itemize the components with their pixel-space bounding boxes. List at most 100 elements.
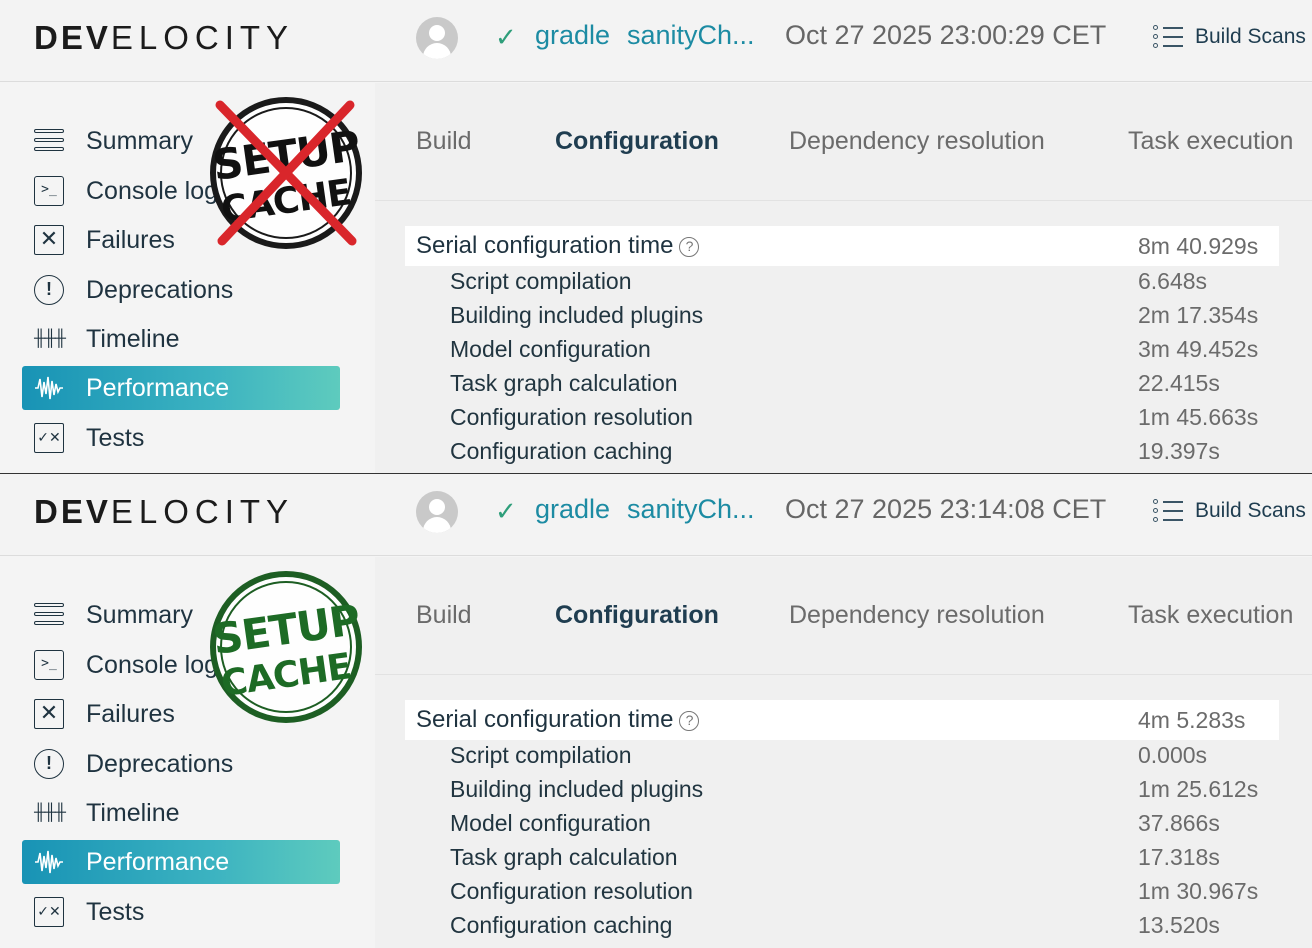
tab-build[interactable]: Build bbox=[416, 601, 472, 630]
tab-dependency-resolution[interactable]: Dependency resolution bbox=[789, 127, 1045, 156]
sidebar-item-label: Failures bbox=[86, 700, 175, 728]
sidebar-item-deprecations[interactable]: ! Deprecations bbox=[22, 268, 340, 312]
sidebar-item-performance[interactable]: Performance bbox=[22, 840, 340, 884]
setup-cache-stamp: SETUP CACHE bbox=[210, 97, 362, 249]
header-bar: DEV ELOCITY ✓ gradle sanityCh... Oct 27 2… bbox=[0, 474, 1312, 556]
build-date: Oct 27 2025 23:00:29 CET bbox=[785, 20, 1107, 50]
sidebar-item-deprecations[interactable]: ! Deprecations bbox=[22, 742, 340, 786]
sidebar-item-label: Timeline bbox=[86, 325, 180, 353]
metric-value: 6.648s bbox=[1138, 268, 1208, 294]
user-avatar[interactable] bbox=[416, 491, 458, 533]
metric-value: 13.520s bbox=[1138, 912, 1220, 938]
metric-value: 1m 45.663s bbox=[1138, 404, 1259, 430]
sidebar-item-label: Timeline bbox=[86, 799, 180, 827]
sidebar-item-timeline[interactable]: ╫╫╫ Timeline bbox=[22, 791, 340, 835]
metric-label: Script compilation bbox=[450, 742, 632, 768]
check-icon: ✓ bbox=[495, 496, 517, 526]
tab-build[interactable]: Build bbox=[416, 127, 472, 156]
task-link[interactable]: sanityCh... bbox=[627, 494, 755, 525]
sidebar-item-label: Tests bbox=[86, 424, 145, 452]
metric-label: Script compilation bbox=[450, 268, 632, 294]
tests-icon: ✓✕ bbox=[34, 897, 64, 927]
metric-value: 1m 30.967s bbox=[1138, 878, 1259, 904]
console-icon: >_ bbox=[34, 650, 64, 680]
summary-icon bbox=[34, 126, 64, 156]
project-link[interactable]: gradle bbox=[535, 494, 610, 525]
build-scans-label: Build Scans bbox=[1195, 25, 1306, 48]
console-icon: >_ bbox=[34, 176, 64, 206]
metric-label: Configuration caching bbox=[450, 912, 673, 938]
tests-icon: ✓✕ bbox=[34, 423, 64, 453]
sidebar-item-label: Deprecations bbox=[86, 276, 234, 304]
metric-value: 2m 17.354s bbox=[1138, 302, 1259, 328]
metric-label: Model configuration bbox=[450, 810, 651, 836]
help-icon[interactable]: ? bbox=[679, 237, 700, 257]
metric-value: 19.397s bbox=[1138, 438, 1220, 464]
tab-dependency-resolution[interactable]: Dependency resolution bbox=[789, 601, 1045, 630]
metric-value: 4m 5.283s bbox=[1138, 707, 1246, 733]
sidebar-item-timeline[interactable]: ╫╫╫ Timeline bbox=[22, 317, 340, 361]
tab-configuration[interactable]: Configuration bbox=[555, 127, 719, 156]
setup-cache-stamp: SETUP CACHE bbox=[210, 571, 362, 723]
build-scan-panel-before: DEV ELOCITY ✓ gradle sanityCh... Oct 27 2… bbox=[0, 0, 1312, 474]
build-scans-label: Build Scans bbox=[1195, 499, 1306, 522]
metric-value: 22.415s bbox=[1138, 370, 1220, 396]
sidebar-item-label: Performance bbox=[86, 374, 230, 402]
deprecations-icon: ! bbox=[34, 749, 64, 779]
sidebar-item-label: Console log bbox=[86, 651, 219, 679]
performance-content: Build Configuration Dependency resolutio… bbox=[375, 83, 1312, 473]
performance-icon bbox=[34, 847, 64, 877]
performance-icon bbox=[34, 373, 64, 403]
build-scans-button[interactable]: Build Scans bbox=[1153, 24, 1306, 50]
metric-value: 0.000s bbox=[1138, 742, 1208, 768]
sidebar-item-performance[interactable]: Performance bbox=[22, 366, 340, 410]
develocity-logo[interactable]: DEV ELOCITY bbox=[34, 19, 294, 56]
metric-value: 37.866s bbox=[1138, 810, 1220, 836]
user-avatar[interactable] bbox=[416, 17, 458, 59]
metric-label: Configuration resolution bbox=[450, 404, 693, 430]
performance-tabs: Build Configuration Dependency resolutio… bbox=[375, 557, 1312, 675]
metric-label: Task graph calculation bbox=[450, 370, 678, 396]
failures-icon: ✕ bbox=[34, 699, 64, 729]
task-link[interactable]: sanityCh... bbox=[627, 20, 755, 51]
timeline-icon: ╫╫╫ bbox=[34, 804, 66, 821]
performance-tabs: Build Configuration Dependency resolutio… bbox=[375, 83, 1312, 201]
metric-value: 3m 49.452s bbox=[1138, 336, 1259, 362]
tab-task-execution[interactable]: Task execution bbox=[1128, 601, 1293, 630]
metric-label: Building included plugins bbox=[450, 776, 704, 802]
metric-label: Model configuration bbox=[450, 336, 651, 362]
tab-configuration[interactable]: Configuration bbox=[555, 601, 719, 630]
metric-label: Task graph calculation bbox=[450, 844, 678, 870]
list-icon bbox=[1153, 24, 1183, 50]
tab-task-execution[interactable]: Task execution bbox=[1128, 127, 1293, 156]
cross-out-icon bbox=[215, 100, 357, 246]
failures-icon: ✕ bbox=[34, 225, 64, 255]
sidebar-item-label: Summary bbox=[86, 601, 193, 629]
develocity-logo[interactable]: DEV ELOCITY bbox=[34, 493, 294, 530]
metric-label: Configuration caching bbox=[450, 438, 673, 464]
metric-label: Serial configuration time? bbox=[416, 232, 700, 260]
build-scans-button[interactable]: Build Scans bbox=[1153, 498, 1306, 524]
sidebar-item-tests[interactable]: ✓✕ Tests bbox=[22, 416, 340, 460]
check-icon: ✓ bbox=[495, 22, 517, 52]
metric-label: Building included plugins bbox=[450, 302, 704, 328]
build-date: Oct 27 2025 23:14:08 CET bbox=[785, 494, 1107, 524]
metric-label: Configuration resolution bbox=[450, 878, 693, 904]
timeline-icon: ╫╫╫ bbox=[34, 330, 66, 347]
help-icon[interactable]: ? bbox=[679, 711, 700, 731]
summary-icon bbox=[34, 600, 64, 630]
header-bar: DEV ELOCITY ✓ gradle sanityCh... Oct 27 2… bbox=[0, 0, 1312, 82]
deprecations-icon: ! bbox=[34, 275, 64, 305]
project-link[interactable]: gradle bbox=[535, 20, 610, 51]
sidebar-item-label: Failures bbox=[86, 226, 175, 254]
sidebar-item-tests[interactable]: ✓✕ Tests bbox=[22, 890, 340, 934]
performance-content: Build Configuration Dependency resolutio… bbox=[375, 557, 1312, 948]
sidebar-item-label: Summary bbox=[86, 127, 193, 155]
sidebar-item-label: Performance bbox=[86, 848, 230, 876]
metric-value: 17.318s bbox=[1138, 844, 1220, 870]
sidebar-item-label: Tests bbox=[86, 898, 145, 926]
sidebar-item-label: Console log bbox=[86, 177, 219, 205]
metric-label: Serial configuration time? bbox=[416, 706, 700, 734]
sidebar-item-label: Deprecations bbox=[86, 750, 234, 778]
build-scan-panel-after: DEV ELOCITY ✓ gradle sanityCh... Oct 27 2… bbox=[0, 474, 1312, 948]
